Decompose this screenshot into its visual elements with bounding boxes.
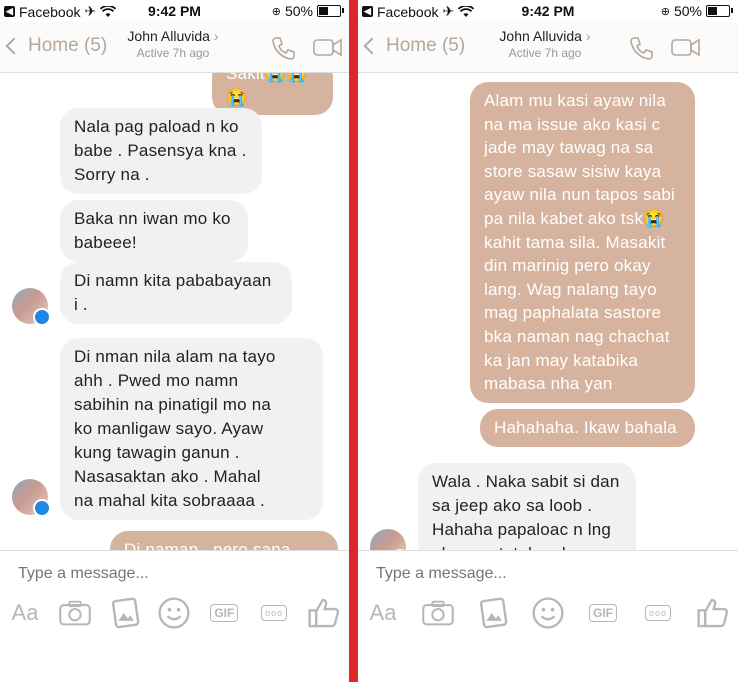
chevron-left-icon — [5, 37, 23, 55]
text-format-button[interactable]: Aa — [8, 596, 42, 630]
like-icon[interactable] — [307, 596, 341, 630]
incoming-message[interactable]: Di namn kita pababayaan i . — [60, 262, 292, 324]
contact-active-status: Active 7h ago — [508, 46, 582, 60]
incoming-message[interactable]: Nala pag paload n ko babe . Pasensya kna… — [60, 108, 262, 194]
conversation-header: Home (5) John Alluvida › Active 7h ago — [358, 22, 738, 73]
rotation-lock-icon: ⊕ — [660, 5, 670, 18]
gif-label: GIF — [210, 604, 239, 622]
composer: Aa GIF ooo — [0, 550, 349, 682]
text-format-button[interactable]: Aa — [366, 596, 400, 630]
like-icon[interactable] — [696, 596, 730, 630]
avatar[interactable] — [12, 479, 51, 517]
battery-icon — [706, 5, 733, 17]
more-icon[interactable]: ooo — [257, 596, 291, 630]
battery-percent: 50% — [284, 3, 313, 19]
messenger-badge-icon — [33, 499, 51, 517]
more-label: ooo — [261, 605, 288, 621]
video-camera-icon[interactable] — [670, 35, 702, 59]
contact-title[interactable]: John Alluvida › Active 7h ago — [480, 28, 610, 60]
left-screenshot: ◀ Facebook ✈ 9:42 PM ⊕ 50% Home (5) John… — [0, 0, 349, 682]
incoming-message[interactable]: Di nman nila alam na tayo ahh . Pwed mo … — [60, 338, 323, 520]
home-back-button[interactable]: Home (5) — [5, 35, 108, 57]
outgoing-message[interactable]: Hahahaha. Ikaw bahala — [480, 409, 695, 447]
message-list[interactable]: Alam mu kasi ayaw nila na ma issue ako k… — [358, 73, 738, 550]
conversation-header: Home (5) John Alluvida › Active 7h ago — [0, 22, 349, 73]
right-screenshot: ◀ Facebook ✈ 9:42 PM ⊕ 50% Home (5) John… — [358, 0, 738, 682]
contact-name: John Alluvida — [127, 28, 210, 44]
rotation-lock-icon: ⊕ — [271, 5, 281, 18]
message-input[interactable] — [18, 565, 278, 583]
messenger-badge-icon — [33, 308, 51, 326]
battery-icon — [317, 5, 344, 17]
more-icon[interactable]: ooo — [641, 596, 675, 630]
gallery-icon[interactable] — [476, 596, 510, 630]
red-divider — [349, 0, 358, 682]
chevron-right-icon: › — [213, 28, 219, 44]
composer: Aa GIF ooo — [358, 550, 738, 682]
video-camera-icon[interactable] — [312, 35, 344, 59]
more-label: ooo — [645, 605, 671, 621]
gif-label: GIF — [589, 604, 617, 622]
outgoing-message[interactable]: Di naman . pero sana — [110, 531, 338, 550]
gallery-icon[interactable] — [108, 596, 142, 630]
emoji-icon[interactable] — [531, 596, 565, 630]
phone-icon[interactable] — [628, 35, 654, 61]
contact-name: John Alluvida — [499, 28, 582, 44]
message-list[interactable]: Sakit😭😭😭 Nala pag paload n ko babe . Pas… — [0, 73, 349, 550]
avatar[interactable] — [12, 288, 51, 326]
phone-icon[interactable] — [270, 35, 296, 61]
home-back-button[interactable]: Home (5) — [363, 35, 466, 57]
chevron-right-icon: › — [585, 28, 591, 44]
home-back-label: Home (5) — [386, 35, 466, 56]
status-bar: ◀ Facebook ✈ 9:42 PM ⊕ 50% — [358, 0, 738, 22]
home-back-label: Home (5) — [28, 35, 108, 56]
status-bar: ◀ Facebook ✈ 9:42 PM ⊕ 50% — [0, 0, 349, 22]
chevron-left-icon — [363, 37, 381, 55]
gif-icon[interactable]: GIF — [586, 596, 620, 630]
contact-title[interactable]: John Alluvida › Active 7h ago — [108, 28, 238, 60]
incoming-message[interactable]: Baka nn iwan mo ko babeee! — [60, 200, 248, 262]
message-input[interactable] — [376, 565, 636, 583]
contact-active-status: Active 7h ago — [136, 46, 210, 60]
composer-toolbar: Aa GIF ooo — [8, 595, 341, 631]
gif-icon[interactable]: GIF — [207, 596, 241, 630]
incoming-message[interactable]: Wala . Naka sabit si dan sa jeep ako sa … — [418, 463, 636, 550]
outgoing-message[interactable]: Alam mu kasi ayaw nila na ma issue ako k… — [470, 82, 695, 403]
avatar[interactable] — [370, 529, 409, 550]
emoji-icon[interactable] — [157, 596, 191, 630]
camera-icon[interactable] — [58, 596, 92, 630]
camera-icon[interactable] — [421, 596, 455, 630]
composer-toolbar: Aa GIF ooo — [366, 595, 730, 631]
battery-percent: 50% — [673, 3, 702, 19]
